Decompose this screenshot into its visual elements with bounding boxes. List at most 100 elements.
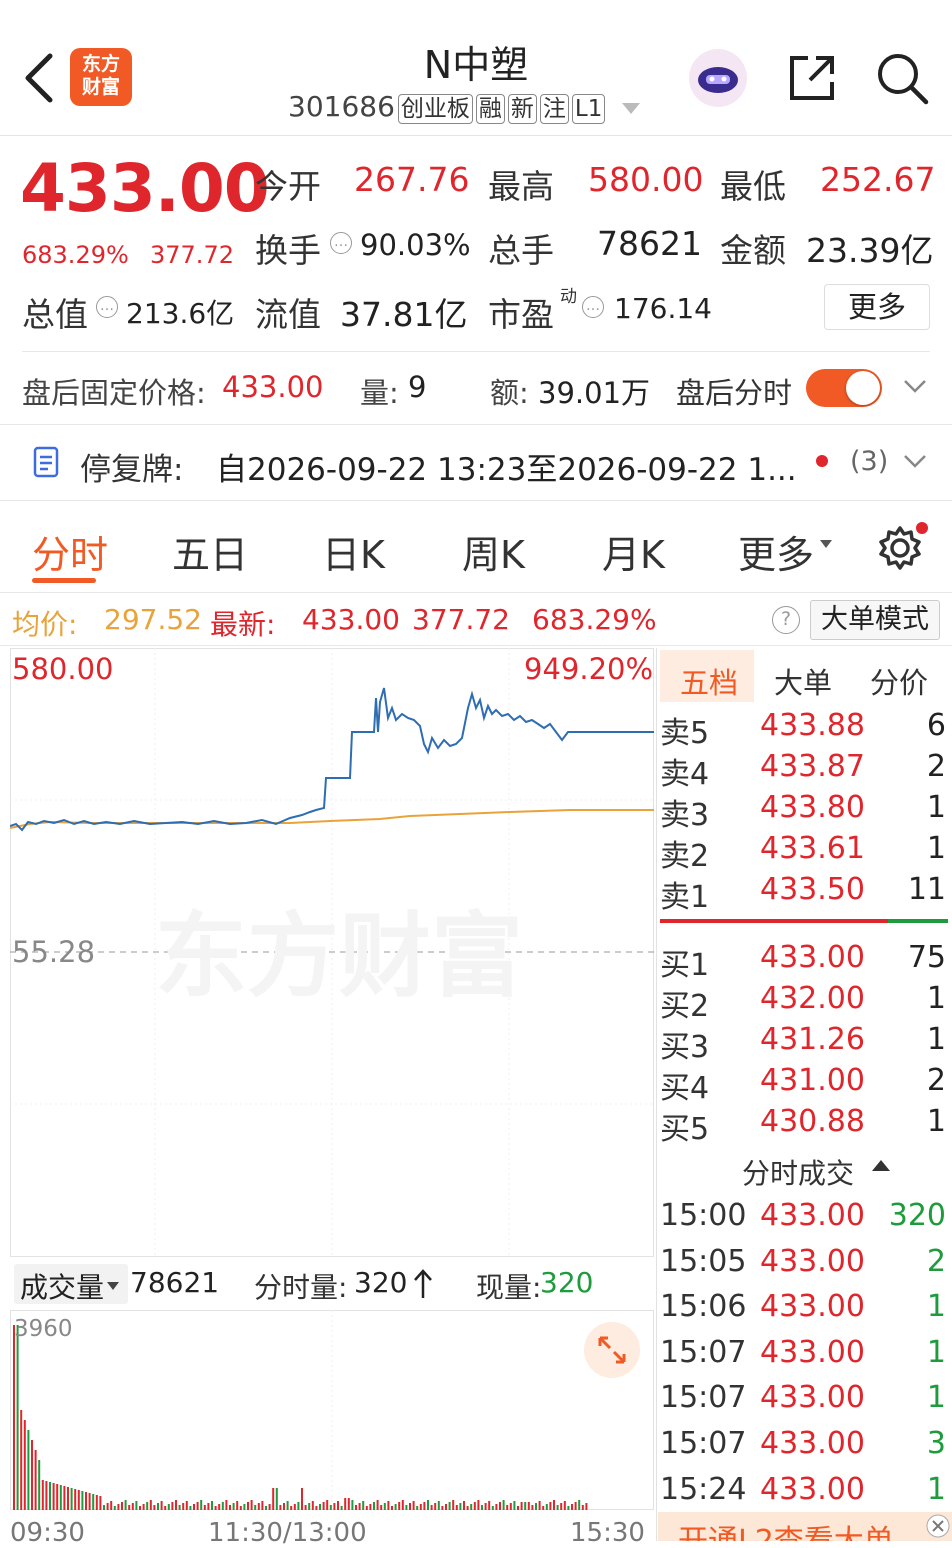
tab-more[interactable]: 更多 — [738, 524, 814, 579]
tab-price-distribution[interactable]: 分价 — [870, 660, 928, 702]
tab-daily-k[interactable]: 日K — [322, 524, 385, 579]
sell-level-row: 卖5 433.88 6 — [660, 708, 950, 751]
level-price: 430.88 — [760, 1104, 865, 1139]
big-order-mode-button[interactable]: 大单模式 — [810, 600, 940, 640]
after-hours-vol-label: 量: — [360, 376, 399, 410]
volume-bar — [128, 1505, 131, 1510]
trade-price: 433.00 — [760, 1334, 865, 1370]
volume-bar — [149, 1500, 152, 1510]
change-percent: 683.29% — [22, 241, 129, 269]
trades-header[interactable]: 分时成交 — [742, 1152, 854, 1192]
volume-bar — [290, 1506, 293, 1510]
arrow-up-icon — [414, 1269, 432, 1298]
volume-bar — [286, 1501, 289, 1510]
expand-button[interactable] — [584, 1322, 640, 1378]
volume-bar — [301, 1488, 303, 1510]
chart-ref-price: 55.28 — [12, 935, 96, 969]
tab-weekly-k[interactable]: 周K — [462, 524, 525, 579]
suspension-text[interactable]: 自2026-09-22 13:23至2026-09-22 1... — [216, 444, 797, 489]
volume-bar — [214, 1506, 217, 1510]
level-qty: 1 — [926, 1022, 946, 1057]
volume-bar — [560, 1503, 563, 1510]
volume-bar — [211, 1501, 213, 1510]
info-icon[interactable]: … — [582, 296, 604, 318]
amount-value: 23.39亿 — [806, 231, 934, 270]
volume-bar — [556, 1505, 559, 1510]
volume-bar — [452, 1500, 455, 1510]
stock-code-row[interactable]: 301686 创业板融新注 L1 — [288, 90, 641, 124]
trade-qty: 1 — [926, 1334, 946, 1370]
sell-pressure-bar — [660, 919, 888, 923]
volume-bar — [563, 1501, 566, 1510]
level-qty: 1 — [926, 831, 946, 866]
volume-indicator-select[interactable]: 成交量 — [14, 1264, 128, 1304]
float-cap-value: 37.81亿 — [340, 295, 468, 334]
level-qty: 11 — [907, 872, 946, 907]
unread-dot — [816, 455, 828, 467]
expand-icon — [598, 1336, 626, 1364]
volume-bar — [358, 1503, 361, 1510]
settings-gear-icon[interactable] — [874, 522, 930, 572]
volume-bar — [247, 1502, 249, 1510]
intraday-price-chart[interactable]: 东方财富 — [10, 648, 654, 1258]
chevron-down-icon[interactable] — [902, 378, 928, 396]
help-icon[interactable]: ? — [772, 606, 800, 634]
tab-monthly-k[interactable]: 月K — [602, 524, 665, 579]
volume-bar — [110, 1501, 113, 1510]
trade-row: 15:00 433.00 320 — [660, 1198, 950, 1244]
volume-bar — [261, 1501, 264, 1510]
tab-big-order[interactable]: 大单 — [774, 660, 832, 702]
level-label: 卖4 — [660, 757, 710, 792]
amount-label: 金额 — [720, 231, 786, 270]
info-icon[interactable]: … — [96, 296, 118, 318]
volume-bar — [131, 1503, 134, 1510]
level-label: 买4 — [660, 1071, 710, 1106]
trade-time: 15:00 — [660, 1198, 747, 1233]
close-icon[interactable] — [926, 1514, 950, 1538]
sell-level-row: 卖2 433.61 1 — [660, 831, 950, 874]
l2-promo-banner[interactable]: 开通L2查看大单 — [658, 1512, 952, 1541]
stock-code: 301686 — [288, 90, 395, 123]
volume-bar — [13, 1325, 15, 1510]
volume-bar — [81, 1491, 84, 1510]
level-price: 433.87 — [760, 749, 865, 784]
volume-chart[interactable] — [10, 1310, 654, 1510]
level-label: 卖1 — [660, 880, 710, 915]
after-hours-price: 433.00 — [222, 370, 324, 404]
tab-intraday[interactable]: 分时 — [32, 524, 108, 579]
volume-bar — [70, 1488, 73, 1510]
volume-bar — [146, 1502, 149, 1510]
volume-bar — [189, 1506, 192, 1510]
volume-bar — [455, 1505, 458, 1510]
buy-level-row: 买3 431.26 1 — [660, 1022, 950, 1065]
chevron-down-icon[interactable] — [902, 453, 928, 471]
volume-bar — [365, 1506, 368, 1510]
volume-bar — [401, 1500, 404, 1510]
volume-bar — [45, 1481, 48, 1510]
robot-avatar-icon[interactable] — [688, 48, 748, 108]
volume-bar — [99, 1496, 102, 1510]
volume-bar — [484, 1503, 487, 1510]
mktcap-label: 总值 — [22, 295, 88, 334]
volume-bar — [268, 1504, 271, 1510]
search-icon[interactable] — [874, 50, 930, 106]
current-price: 433.00 — [20, 150, 270, 227]
volume-bar — [113, 1506, 116, 1510]
high-label: 最高 — [488, 167, 554, 206]
level-label: 卖2 — [660, 839, 710, 874]
share-icon[interactable] — [786, 52, 838, 104]
after-hours-toggle[interactable] — [806, 369, 882, 407]
volume-bar — [344, 1498, 347, 1510]
more-button[interactable]: 更多 — [824, 284, 930, 330]
volume-bar — [185, 1501, 188, 1510]
level-label: 卖5 — [660, 716, 710, 751]
volume-bar — [520, 1502, 523, 1510]
tick-volume-value: 320 — [354, 1266, 408, 1299]
level-price: 431.00 — [760, 1063, 865, 1098]
volume-bar — [95, 1495, 98, 1510]
volume-bar — [549, 1502, 552, 1510]
tag-board: 创业板 — [397, 94, 473, 124]
info-icon[interactable]: … — [330, 232, 352, 254]
volume-bar — [527, 1502, 530, 1510]
tab-five-day[interactable]: 五日 — [172, 524, 248, 579]
